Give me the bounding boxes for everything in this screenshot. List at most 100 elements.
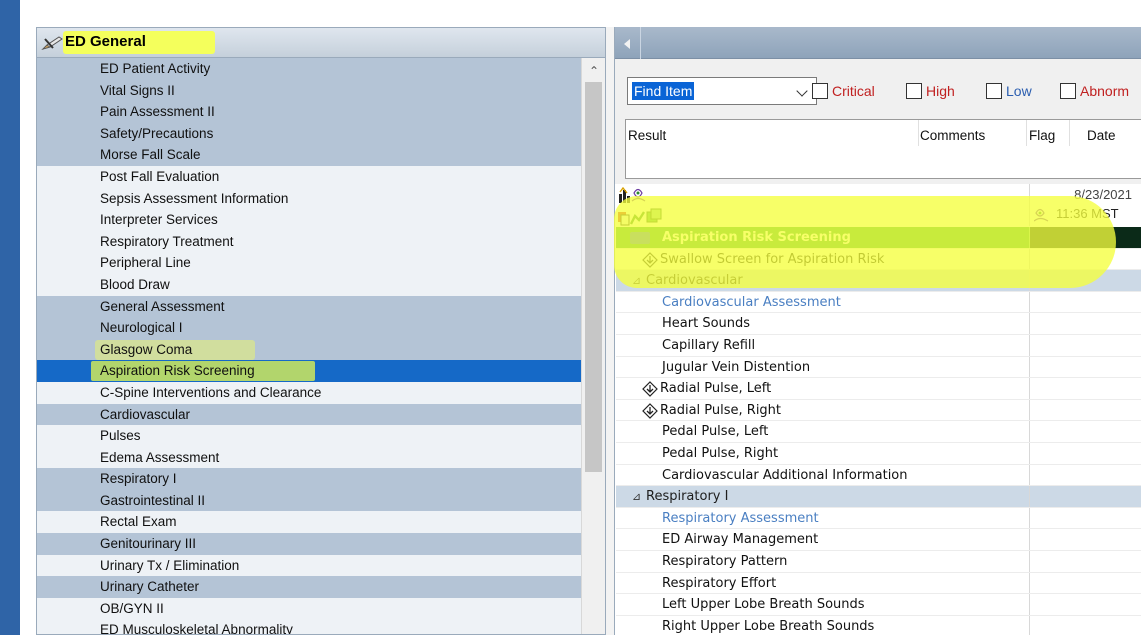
- row-label: Radial Pulse, Left: [660, 381, 772, 397]
- band-item-label: Pain Assessment II: [100, 104, 215, 120]
- result-row[interactable]: Capillary Refill: [616, 335, 1141, 357]
- band-item-label: Respiratory Treatment: [100, 233, 234, 249]
- left-app-strip: [0, 0, 20, 635]
- result-row[interactable]: Right Upper Lobe Breath Sounds: [616, 615, 1141, 635]
- high-label: High: [926, 83, 955, 99]
- band-item[interactable]: Urinary Catheter: [37, 576, 581, 598]
- row-label: Respiratory I: [646, 489, 729, 505]
- band-item-label: Glasgow Coma: [100, 341, 193, 357]
- find-item-text[interactable]: Find Item: [632, 82, 695, 100]
- band-item[interactable]: ED Musculoskeletal Abnormality: [37, 619, 581, 634]
- row-label: Pedal Pulse, Right: [662, 446, 779, 461]
- band-item[interactable]: Blood Draw: [37, 273, 581, 296]
- row-label: Heart Sounds: [662, 316, 751, 332]
- band-item[interactable]: Rectal Exam: [37, 511, 581, 534]
- result-cell[interactable]: [1029, 529, 1141, 550]
- result-row[interactable]: Heart Sounds: [616, 313, 1141, 335]
- collapse-button[interactable]: [615, 27, 641, 59]
- result-row[interactable]: Radial Pulse, Left: [616, 378, 1141, 400]
- result-row[interactable]: ED Airway Management: [616, 529, 1141, 551]
- result-cell[interactable]: [1029, 594, 1141, 615]
- band-item[interactable]: Safety/Precautions: [37, 122, 581, 145]
- result-cell[interactable]: [1029, 335, 1141, 356]
- result-cell[interactable]: [1029, 486, 1141, 507]
- band-item-label: Edema Assessment: [100, 449, 220, 465]
- band-item[interactable]: Glasgow Coma: [37, 338, 581, 361]
- result-row[interactable]: Left Upper Lobe Breath Sounds: [616, 594, 1141, 616]
- band-item[interactable]: OB/GYN II: [37, 597, 581, 620]
- band-item[interactable]: Aspiration Risk Screening: [37, 360, 581, 382]
- col-result[interactable]: Result: [628, 128, 666, 143]
- result-row[interactable]: Pedal Pulse, Left: [616, 421, 1141, 443]
- result-row[interactable]: Respiratory Pattern: [616, 551, 1141, 573]
- result-cell[interactable]: [1029, 313, 1141, 334]
- result-cell[interactable]: [1029, 551, 1141, 572]
- band-item[interactable]: Pain Assessment II: [37, 101, 581, 123]
- band-item[interactable]: Morse Fall Scale: [37, 144, 581, 166]
- chevron-down-icon[interactable]: [796, 85, 808, 97]
- subsection-row[interactable]: Respiratory Assessment: [616, 507, 1141, 530]
- band-item[interactable]: Vital Signs II: [37, 79, 581, 102]
- band-item[interactable]: Respiratory I: [37, 468, 581, 490]
- checkbox-box[interactable]: [906, 83, 922, 99]
- find-item-combo[interactable]: Find Item: [627, 77, 817, 105]
- result-cell[interactable]: [1029, 443, 1141, 464]
- subsection-row[interactable]: Cardiovascular Assessment: [616, 291, 1141, 314]
- band-item-label: General Assessment: [100, 298, 225, 314]
- result-row[interactable]: Pedal Pulse, Right: [616, 443, 1141, 465]
- result-cell[interactable]: [1029, 572, 1141, 594]
- row-label: ED Airway Management: [662, 532, 819, 548]
- band-item[interactable]: Interpreter Services: [37, 209, 581, 231]
- row-label: Cardiovascular Assessment: [662, 294, 841, 310]
- band-item[interactable]: Pulses: [37, 425, 581, 447]
- result-row[interactable]: Respiratory Effort: [616, 572, 1141, 595]
- result-cell[interactable]: [1029, 421, 1141, 442]
- result-cell[interactable]: [1029, 378, 1141, 399]
- scroll-up-arrow-icon[interactable]: ⌃: [582, 58, 605, 80]
- result-cell[interactable]: [1029, 356, 1141, 378]
- band-item[interactable]: Post Fall Evaluation: [37, 165, 581, 188]
- band-item[interactable]: General Assessment: [37, 295, 581, 318]
- col-divider: [1069, 120, 1070, 146]
- collapse-triangle-icon[interactable]: ⊿: [632, 486, 641, 508]
- band-item[interactable]: Sepsis Assessment Information: [37, 187, 581, 210]
- band-scrollbar[interactable]: ⌃: [581, 58, 605, 634]
- row-label: Respiratory Assessment: [662, 510, 819, 526]
- band-item[interactable]: C-Spine Interventions and Clearance: [37, 381, 581, 404]
- band-item[interactable]: Peripheral Line: [37, 252, 581, 274]
- row-label: Respiratory Pattern: [662, 554, 788, 569]
- result-cell[interactable]: [1029, 615, 1141, 635]
- band-item[interactable]: ED Patient Activity: [37, 58, 581, 80]
- band-item[interactable]: Respiratory Treatment: [37, 230, 581, 253]
- result-cell[interactable]: [1029, 399, 1141, 421]
- result-cell[interactable]: [1029, 507, 1141, 529]
- row-label: Jugular Vein Distention: [662, 359, 811, 375]
- scroll-thumb[interactable]: [585, 82, 602, 472]
- section-row[interactable]: ⊿ Respiratory I: [616, 486, 1141, 508]
- critical-label: Critical: [832, 83, 875, 99]
- col-flag[interactable]: Flag: [1029, 128, 1055, 143]
- band-title: ED General: [65, 33, 146, 50]
- band-item-label: Urinary Tx / Elimination: [100, 557, 240, 573]
- result-cell[interactable]: [1029, 464, 1141, 486]
- diamond-arrow-icon: [642, 402, 658, 419]
- band-item[interactable]: Gastrointestinal II: [37, 489, 581, 512]
- band-item[interactable]: Edema Assessment: [37, 446, 581, 469]
- checkbox-box[interactable]: [812, 83, 828, 99]
- result-row[interactable]: Jugular Vein Distention: [616, 356, 1141, 379]
- band-item[interactable]: Neurological I: [37, 317, 581, 339]
- col-comments[interactable]: Comments: [920, 128, 985, 143]
- checkbox-box[interactable]: [1060, 83, 1076, 99]
- result-cell[interactable]: [1029, 291, 1141, 313]
- result-row[interactable]: Cardiovascular Additional Information: [616, 464, 1141, 487]
- band-item[interactable]: Cardiovascular: [37, 403, 581, 426]
- band-item-label: C-Spine Interventions and Clearance: [100, 384, 322, 400]
- band-item-label: Vital Signs II: [100, 82, 175, 98]
- band-item-label: Aspiration Risk Screening: [100, 363, 255, 379]
- col-date[interactable]: Date: [1087, 128, 1116, 143]
- result-row[interactable]: Radial Pulse, Right: [616, 399, 1141, 422]
- band-item[interactable]: Genitourinary III: [37, 533, 581, 555]
- checkbox-box[interactable]: [986, 83, 1002, 99]
- band-item[interactable]: Urinary Tx / Elimination: [37, 554, 581, 577]
- band-header[interactable]: ED General: [37, 28, 605, 58]
